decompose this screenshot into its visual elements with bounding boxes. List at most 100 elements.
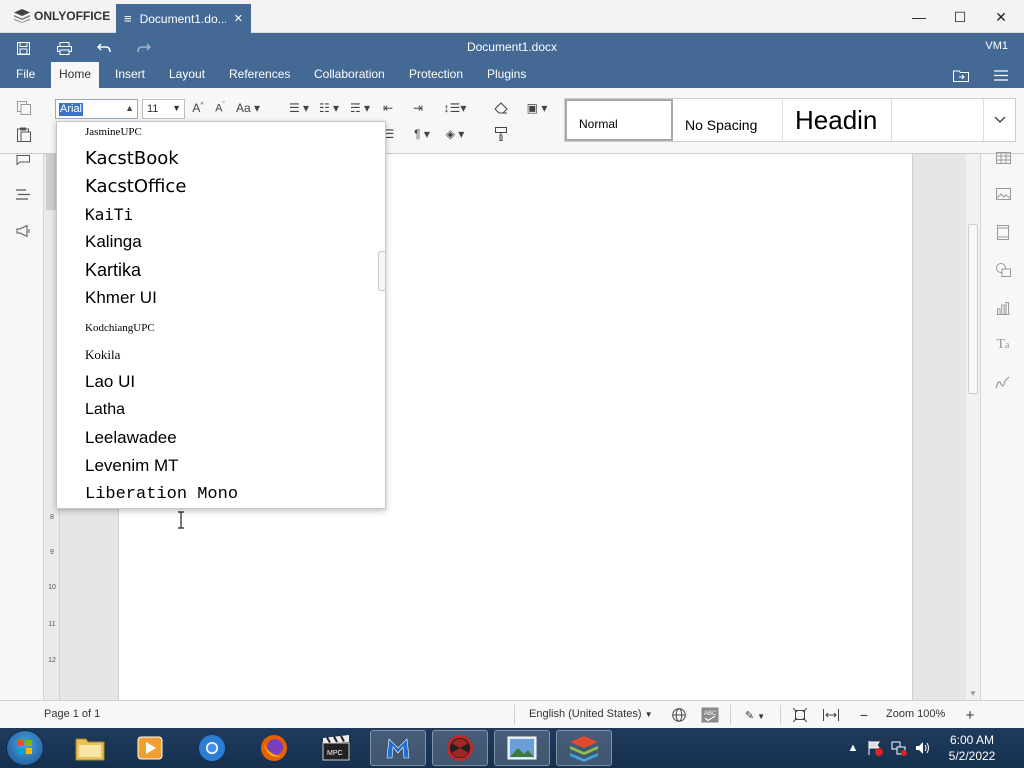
open-file-location-button[interactable] [950,66,972,84]
close-window-button[interactable]: ✕ [988,6,1014,28]
paste-button[interactable] [13,124,35,144]
decrease-indent-button[interactable]: ⇤ [377,98,399,118]
increase-font-button[interactable]: A^ [187,98,209,118]
user-name[interactable]: VM1 [985,40,1008,52]
increase-indent-button[interactable]: ⇥ [407,98,429,118]
volume-icon[interactable] [914,739,932,757]
tab-layout[interactable]: Layout [161,62,213,88]
header-footer-settings-button[interactable] [992,222,1014,242]
font-option[interactable]: KacstBook [85,144,179,172]
numbering-button[interactable]: ☷ ▾ [315,98,343,118]
font-option[interactable]: Kalinga [85,228,142,256]
taskbar-media-player[interactable] [122,730,178,766]
bullets-button[interactable]: ☰ ▾ [285,98,313,118]
chevron-up-icon[interactable]: ▲ [125,103,134,113]
zoom-in-button[interactable]: + [960,705,980,725]
tab-protection[interactable]: Protection [401,62,471,88]
taskbar-explorer[interactable] [62,730,118,766]
clock-date: 5/2/2022 [948,749,996,763]
font-option[interactable]: Liberation Mono [85,480,238,508]
document-tab[interactable]: ≡ Document1.do... ✕ [116,4,251,33]
chevron-down-icon[interactable]: ▼ [172,103,181,113]
font-option[interactable]: KodchiangUPC [85,314,155,342]
font-option[interactable]: Latha [85,396,125,424]
decrease-font-button[interactable]: Aˇ [209,98,231,118]
feedback-button[interactable] [12,221,34,241]
font-size-input[interactable]: 11 ▼ [142,99,185,119]
font-dropdown-list[interactable]: JasmineUPC KacstBook KacstOffice KaiTi K… [56,121,386,509]
shading-button[interactable]: ◈ ▾ [440,124,470,144]
taskbar-firefox[interactable] [246,730,302,766]
change-case-button[interactable]: Aa ▾ [233,98,263,118]
maximize-button[interactable]: ☐ [947,6,973,28]
action-center-icon[interactable] [866,739,884,757]
tab-home[interactable]: Home [51,62,100,88]
style-empty-slot[interactable] [892,99,984,141]
track-changes-button[interactable]: ✎ ▼ [740,705,770,725]
copy-button[interactable] [13,98,35,118]
status-bar: Page 1 of 1 English (United States) ▼ AB… [0,700,1024,728]
comments-button[interactable] [12,150,34,170]
chart-settings-button[interactable] [992,298,1014,318]
style-no-spacing[interactable]: No Spacing [673,99,783,141]
clear-style-button[interactable] [490,98,512,118]
scroll-down-icon[interactable]: ▼ [969,689,977,698]
font-option[interactable]: KaiTi [85,200,133,228]
taskbar-onlyoffice[interactable] [556,730,612,766]
doc-language-button[interactable] [669,705,689,725]
navigation-button[interactable] [12,184,34,204]
fit-page-button[interactable] [790,705,810,725]
taskbar-chrome[interactable] [184,730,240,766]
scrollbar-thumb[interactable] [968,224,978,394]
fit-width-button[interactable] [821,705,841,725]
line-spacing-button[interactable]: ↕☰▾ [440,98,470,118]
view-settings-button[interactable] [990,66,1012,84]
network-icon[interactable] [890,739,908,757]
print-button[interactable] [53,38,75,58]
tab-file[interactable]: File [8,62,43,88]
font-option[interactable]: KacstOffice [85,172,186,200]
taskbar-clock[interactable]: 6:00 AM 5/2/2022 [936,732,1008,764]
shape-settings-button[interactable] [992,260,1014,280]
font-option[interactable]: Lao UI [85,368,135,396]
language-selector[interactable]: English (United States) ▼ [529,708,652,720]
taskbar-photo-viewer[interactable] [494,730,550,766]
taskbar-mpc-be[interactable]: MPC [308,730,364,766]
redo-button[interactable] [133,38,155,58]
style-heading[interactable]: Headin [783,99,892,141]
taskbar-malwarebytes[interactable] [370,730,426,766]
minimize-button[interactable]: — [906,6,932,28]
font-name-input[interactable]: Arial ▲ [55,99,138,119]
spell-check-button[interactable]: ABC [700,705,720,725]
show-hidden-icons-button[interactable]: ▲ [844,739,862,757]
font-option[interactable]: Levenim MT [85,452,179,480]
multilevel-list-button[interactable]: ☴ ▾ [345,98,375,118]
font-option[interactable]: Khmer UI [85,284,157,312]
zoom-out-button[interactable]: − [854,705,874,725]
table-settings-button[interactable] [992,148,1014,168]
font-option[interactable]: Kartika [85,256,141,284]
font-option[interactable]: JasmineUPC [85,122,142,146]
nonprinting-chars-button[interactable]: ¶ ▾ [407,124,437,144]
page-counter[interactable]: Page 1 of 1 [44,708,100,720]
signature-settings-button[interactable] [992,373,1014,393]
style-normal[interactable]: Normal [565,99,673,141]
text-art-settings-button[interactable]: Ta [992,335,1014,355]
tab-insert[interactable]: Insert [107,62,153,88]
undo-button[interactable] [93,38,115,58]
tab-references[interactable]: References [221,62,298,88]
taskbar-app-red[interactable] [432,730,488,766]
color-scheme-button[interactable]: ▣ ▾ [522,98,552,118]
close-tab-icon[interactable]: ✕ [234,12,243,25]
styles-expand-button[interactable] [985,99,1015,141]
font-option[interactable]: Leelawadee [85,424,177,452]
tab-plugins[interactable]: Plugins [479,62,534,88]
font-option[interactable]: Kokila [85,341,120,369]
tab-collaboration[interactable]: Collaboration [306,62,393,88]
save-button[interactable] [12,38,34,58]
vertical-scrollbar[interactable]: ▼ [966,154,980,700]
image-settings-button[interactable] [992,184,1014,204]
font-list-scrollbar-thumb[interactable] [378,251,385,291]
start-button[interactable] [6,730,44,766]
copy-style-button[interactable] [490,124,512,144]
